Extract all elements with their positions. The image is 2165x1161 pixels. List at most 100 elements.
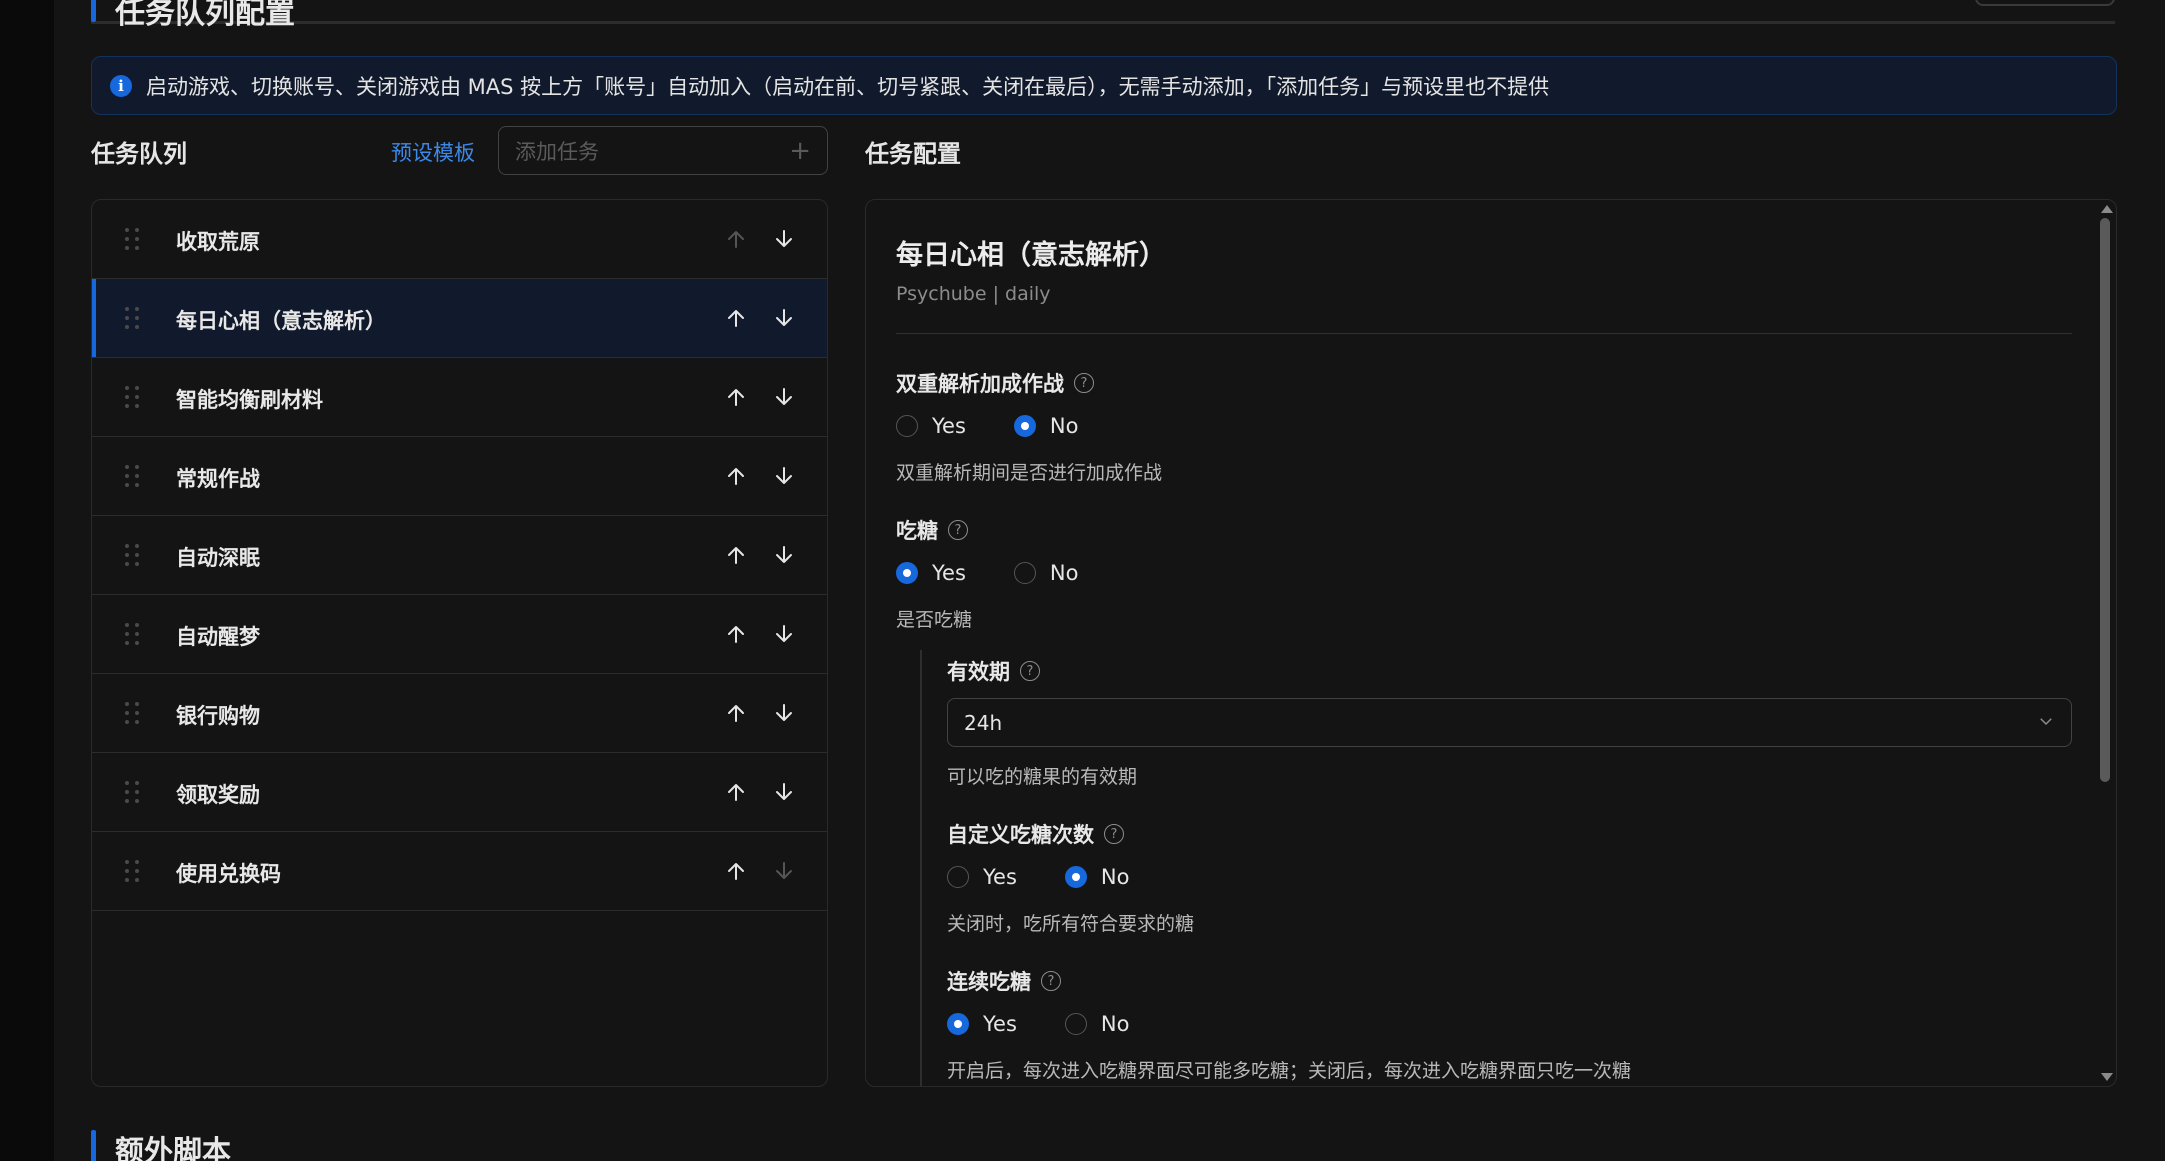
move-down-arrow-icon[interactable] — [765, 694, 803, 732]
drag-handle-icon[interactable] — [125, 227, 141, 251]
task-row[interactable]: 自动深眠 — [92, 516, 827, 595]
move-down-arrow-icon[interactable] — [765, 299, 803, 337]
radio-eat-candy-yes[interactable]: Yes — [896, 561, 966, 585]
field-desc-double-parse: 双重解析期间是否进行加成作战 — [896, 462, 1163, 484]
task-config-title: 任务配置 — [865, 140, 961, 168]
field-label-double-parse: 双重解析加成作战 ? — [896, 368, 1094, 398]
scrollbar-thumb[interactable] — [2100, 218, 2110, 782]
add-task-placeholder: 添加任务 — [515, 139, 599, 164]
task-label: 自动深眠 — [176, 546, 260, 570]
field-label-text: 有效期 — [947, 660, 1010, 684]
drag-handle-icon[interactable] — [125, 701, 141, 725]
radio-label: Yes — [932, 414, 966, 438]
move-up-arrow-icon[interactable] — [717, 220, 755, 258]
field-label-text: 吃糖 — [896, 519, 938, 543]
help-icon[interactable]: ? — [948, 520, 968, 540]
scrollbar[interactable] — [2096, 200, 2116, 1086]
task-row[interactable]: 使用兑换码 — [92, 832, 827, 911]
help-icon[interactable]: ? — [1041, 971, 1061, 991]
drag-handle-icon[interactable] — [125, 859, 141, 883]
task-row[interactable]: 自动醒梦 — [92, 595, 827, 674]
section-header-task-queue: 任务队列配置 — [91, 0, 2115, 31]
help-icon[interactable]: ? — [1074, 373, 1094, 393]
window-edge — [0, 0, 54, 1161]
field-desc-custom-count: 关闭时，吃所有符合要求的糖 — [947, 913, 1195, 935]
radio-eat-candy-no[interactable]: No — [1013, 561, 1078, 585]
task-row[interactable]: 收取荒原 — [92, 200, 827, 279]
move-up-arrow-icon[interactable] — [717, 615, 755, 653]
task-config-panel: 每日心相（意志解析） Psychube | daily 双重解析加成作战 ? Y… — [865, 199, 2117, 1087]
move-down-arrow-icon[interactable] — [765, 378, 803, 416]
drag-handle-icon[interactable] — [125, 543, 141, 567]
radio-label: Yes — [983, 865, 1017, 889]
field-label-continuous: 连续吃糖 ? — [947, 966, 1061, 996]
task-row[interactable]: 银行购物 — [92, 674, 827, 753]
radio-continuous-no[interactable]: No — [1064, 1012, 1130, 1036]
field-label-validity: 有效期 ? — [947, 656, 1040, 686]
help-icon[interactable]: ? — [1104, 824, 1124, 844]
task-row[interactable]: 常规作战 — [92, 437, 827, 516]
task-row[interactable]: 每日心相（意志解析） — [92, 279, 827, 358]
task-label: 收取荒原 — [176, 230, 260, 254]
move-up-arrow-icon[interactable] — [717, 457, 755, 495]
move-up-arrow-icon[interactable] — [717, 694, 755, 732]
radio-custom-count-no[interactable]: No — [1064, 865, 1129, 889]
radio-circle — [1013, 562, 1036, 584]
move-down-arrow-icon[interactable] — [765, 852, 803, 890]
task-queue-title: 任务队列 — [91, 140, 187, 168]
task-label: 自动醒梦 — [176, 625, 260, 649]
radio-custom-count-yes[interactable]: Yes — [947, 865, 1017, 889]
info-alert: i 启动游戏、切换账号、关闭游戏由 MAS 按上方「账号」自动加入（启动在前、切… — [91, 56, 2117, 115]
task-label: 银行购物 — [176, 704, 260, 728]
move-up-arrow-icon[interactable] — [717, 852, 755, 890]
radio-label: No — [1100, 1012, 1130, 1036]
task-list: 收取荒原每日心相（意志解析） 智能均衡刷材料常规作战自动深眠自动醒梦银行购物领取奖… — [91, 199, 828, 1087]
divider — [896, 333, 2072, 334]
move-up-arrow-icon[interactable] — [717, 773, 755, 811]
radio-label: Yes — [983, 1012, 1017, 1036]
radio-circle — [1064, 1013, 1087, 1035]
move-down-arrow-icon[interactable] — [765, 536, 803, 574]
field-desc-eat-candy: 是否吃糖 — [896, 609, 973, 631]
move-up-arrow-icon[interactable] — [717, 378, 755, 416]
radio-label: Yes — [932, 561, 966, 585]
radio-double-parse-no[interactable]: No — [1013, 414, 1079, 438]
section-action-button[interactable] — [1975, 0, 2115, 6]
move-down-arrow-icon[interactable] — [765, 457, 803, 495]
config-heading: 每日心相（意志解析） — [896, 240, 1166, 271]
drag-handle-icon[interactable] — [125, 780, 141, 804]
info-icon: i — [110, 74, 132, 97]
radio-circle — [947, 1013, 969, 1035]
radio-group-custom-count: Yes No — [947, 865, 1177, 889]
radio-double-parse-yes[interactable]: Yes — [896, 414, 966, 438]
validity-select[interactable]: 24h — [947, 698, 2072, 747]
alert-text: 启动游戏、切换账号、关闭游戏由 MAS 按上方「账号」自动加入（启动在前、切号紧… — [146, 74, 1550, 99]
task-label: 常规作战 — [176, 467, 260, 491]
nested-indent-line — [920, 650, 922, 1086]
drag-handle-icon[interactable] — [125, 385, 141, 409]
add-task-select[interactable]: 添加任务 + — [498, 126, 828, 175]
radio-continuous-yes[interactable]: Yes — [947, 1012, 1017, 1036]
drag-handle-icon[interactable] — [125, 622, 141, 646]
task-row[interactable]: 领取奖励 — [92, 753, 827, 832]
move-up-arrow-icon[interactable] — [717, 299, 755, 337]
chevron-down-icon — [2037, 712, 2055, 734]
move-up-arrow-icon[interactable] — [717, 536, 755, 574]
radio-label: No — [1049, 414, 1079, 438]
move-down-arrow-icon[interactable] — [765, 220, 803, 258]
radio-group-continuous: Yes No — [947, 1012, 1177, 1036]
radio-circle — [1064, 866, 1087, 888]
drag-handle-icon[interactable] — [125, 306, 141, 330]
field-label-text: 连续吃糖 — [947, 970, 1031, 994]
help-icon[interactable]: ? — [1020, 661, 1040, 681]
task-row[interactable]: 智能均衡刷材料 — [92, 358, 827, 437]
section-accent-bar — [91, 1130, 96, 1161]
scroll-down-arrow-icon[interactable] — [2101, 1073, 2113, 1081]
radio-circle — [1013, 415, 1036, 437]
plus-icon: + — [789, 135, 811, 166]
scroll-up-arrow-icon[interactable] — [2101, 205, 2113, 213]
preset-template-link[interactable]: 预设模板 — [391, 137, 475, 167]
drag-handle-icon[interactable] — [125, 464, 141, 488]
move-down-arrow-icon[interactable] — [765, 773, 803, 811]
move-down-arrow-icon[interactable] — [765, 615, 803, 653]
